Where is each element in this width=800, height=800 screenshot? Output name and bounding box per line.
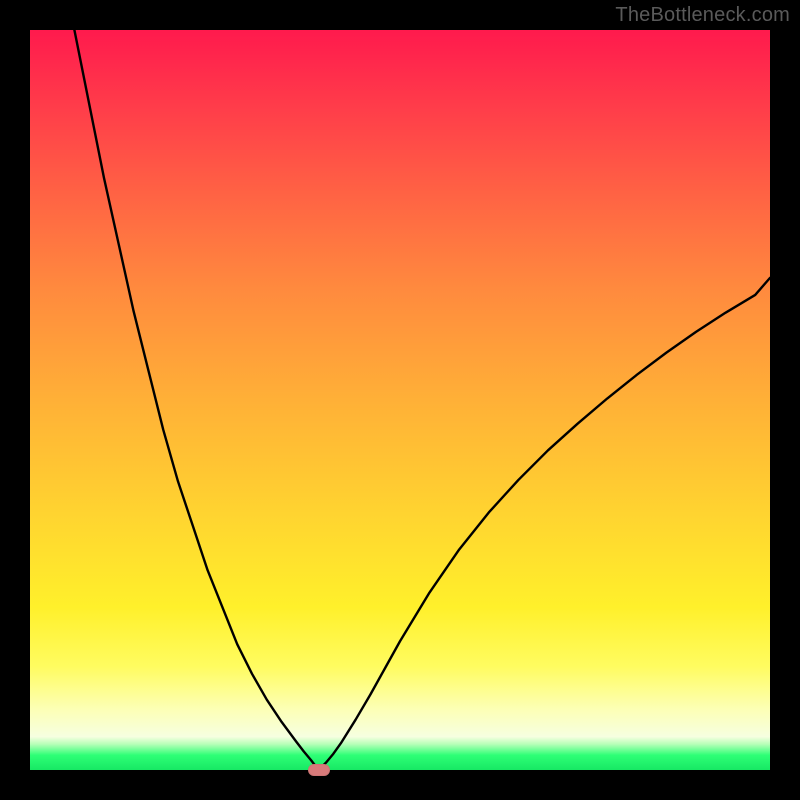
optimal-marker	[308, 764, 330, 776]
watermark-text: TheBottleneck.com	[615, 4, 790, 27]
chart-plot-area	[30, 30, 770, 770]
bottleneck-curve	[30, 30, 770, 770]
curve-path	[74, 30, 770, 770]
chart-frame: TheBottleneck.com	[0, 0, 800, 800]
